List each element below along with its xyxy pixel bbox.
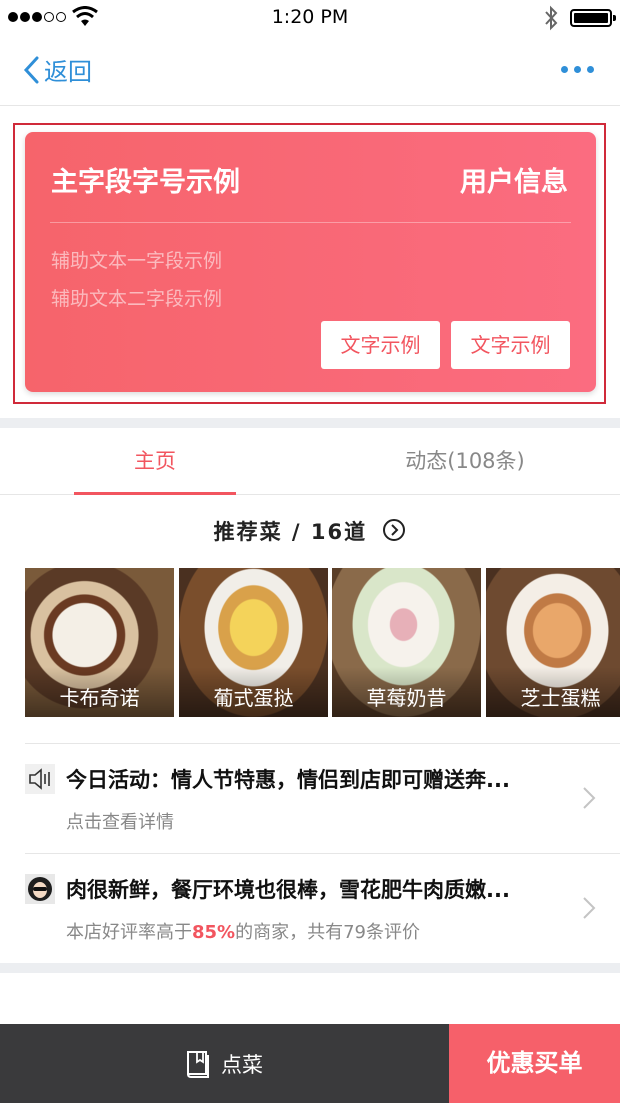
- menu-book-icon: [187, 1050, 209, 1078]
- chevron-right-icon: [583, 897, 596, 919]
- arrow-right-circle-icon: [383, 519, 406, 541]
- tab-home-label: 主页: [134, 449, 176, 473]
- dish-name: 草莓奶昔: [366, 686, 447, 710]
- back-label: 返回: [44, 58, 92, 86]
- card-title: 主字段字号示例: [51, 167, 240, 198]
- tab-feed[interactable]: 动态(108条): [360, 428, 570, 495]
- chevron-right-icon: [583, 787, 596, 809]
- dish-name: 芝士蛋糕: [520, 686, 601, 710]
- nav-bar: 返回: [0, 36, 620, 106]
- card-divider: [50, 222, 571, 223]
- rating-percentage: 85%: [192, 922, 236, 943]
- dish-name: 卡布奇诺: [59, 686, 140, 710]
- list-item-title: 肉很新鲜，餐厅环境也很棒，雪花肥牛肉质嫩...: [66, 878, 510, 902]
- speaker-icon: [25, 764, 55, 794]
- list-item-activity[interactable]: 今日活动：情人节特惠，情侣到店即可赠送奔... 点击查看详情: [25, 743, 620, 853]
- chevron-left-icon: [23, 56, 39, 83]
- dish-card-egg-tart[interactable]: 葡式蛋挞: [179, 568, 328, 717]
- user-info-link[interactable]: 用户信息: [460, 160, 568, 199]
- status-time: 1:20 PM: [271, 6, 349, 28]
- dish-card-cappuccino[interactable]: 卡布奇诺: [25, 568, 174, 717]
- card-button-2[interactable]: 文字示例: [451, 321, 570, 369]
- recommended-header[interactable]: 推荐菜 / 16道: [0, 516, 620, 546]
- section-divider: [0, 418, 620, 428]
- list-item-title: 今日活动：情人节特惠，情侣到店即可赠送奔...: [66, 768, 510, 792]
- discount-pay-button[interactable]: 优惠买单: [449, 1024, 620, 1103]
- more-dots-icon[interactable]: [561, 66, 594, 73]
- card-button-1[interactable]: 文字示例: [321, 321, 440, 369]
- battery-icon: [570, 9, 616, 27]
- status-bar: 1:20 PM: [0, 0, 620, 36]
- section-divider: [0, 963, 620, 973]
- tab-active-indicator: [74, 492, 236, 495]
- list-item-review[interactable]: 肉很新鲜，餐厅环境也很棒，雪花肥牛肉质嫩... 本店好评率高于85%的商家，共有…: [25, 853, 620, 963]
- dish-card-strawberry-shake[interactable]: 草莓奶昔: [332, 568, 481, 717]
- tab-feed-label: 动态(108条): [405, 449, 525, 473]
- rating-prefix: 本店好评率高于: [66, 922, 192, 943]
- order-label: 点菜: [221, 1052, 263, 1077]
- dish-card-cheesecake[interactable]: 芝士蛋糕: [486, 568, 620, 717]
- list-item-subtitle: 点击查看详情: [66, 812, 174, 833]
- back-button[interactable]: 返回: [22, 52, 92, 87]
- bluetooth-icon: [545, 5, 558, 31]
- dish-name: 葡式蛋挞: [213, 686, 294, 710]
- list-item-subtitle: 本店好评率高于85%的商家，共有79条评价: [66, 918, 420, 944]
- bottom-action-bar: 点菜 优惠买单: [0, 1024, 620, 1103]
- card-sub-text-1: 辅助文本一字段示例: [51, 250, 223, 272]
- avatar-icon: [25, 874, 55, 904]
- recommended-title: 推荐菜 / 16道: [213, 520, 368, 544]
- rating-suffix: 的商家，共有79条评价: [235, 922, 420, 943]
- tab-home[interactable]: 主页: [74, 428, 236, 495]
- order-button[interactable]: 点菜: [0, 1024, 448, 1103]
- card-sub-text-2: 辅助文本二字段示例: [51, 288, 223, 310]
- user-info-card: 主字段字号示例 用户信息 辅助文本一字段示例 辅助文本二字段示例 文字示例 文字…: [25, 132, 596, 392]
- tab-bar: 主页 动态(108条): [0, 428, 620, 495]
